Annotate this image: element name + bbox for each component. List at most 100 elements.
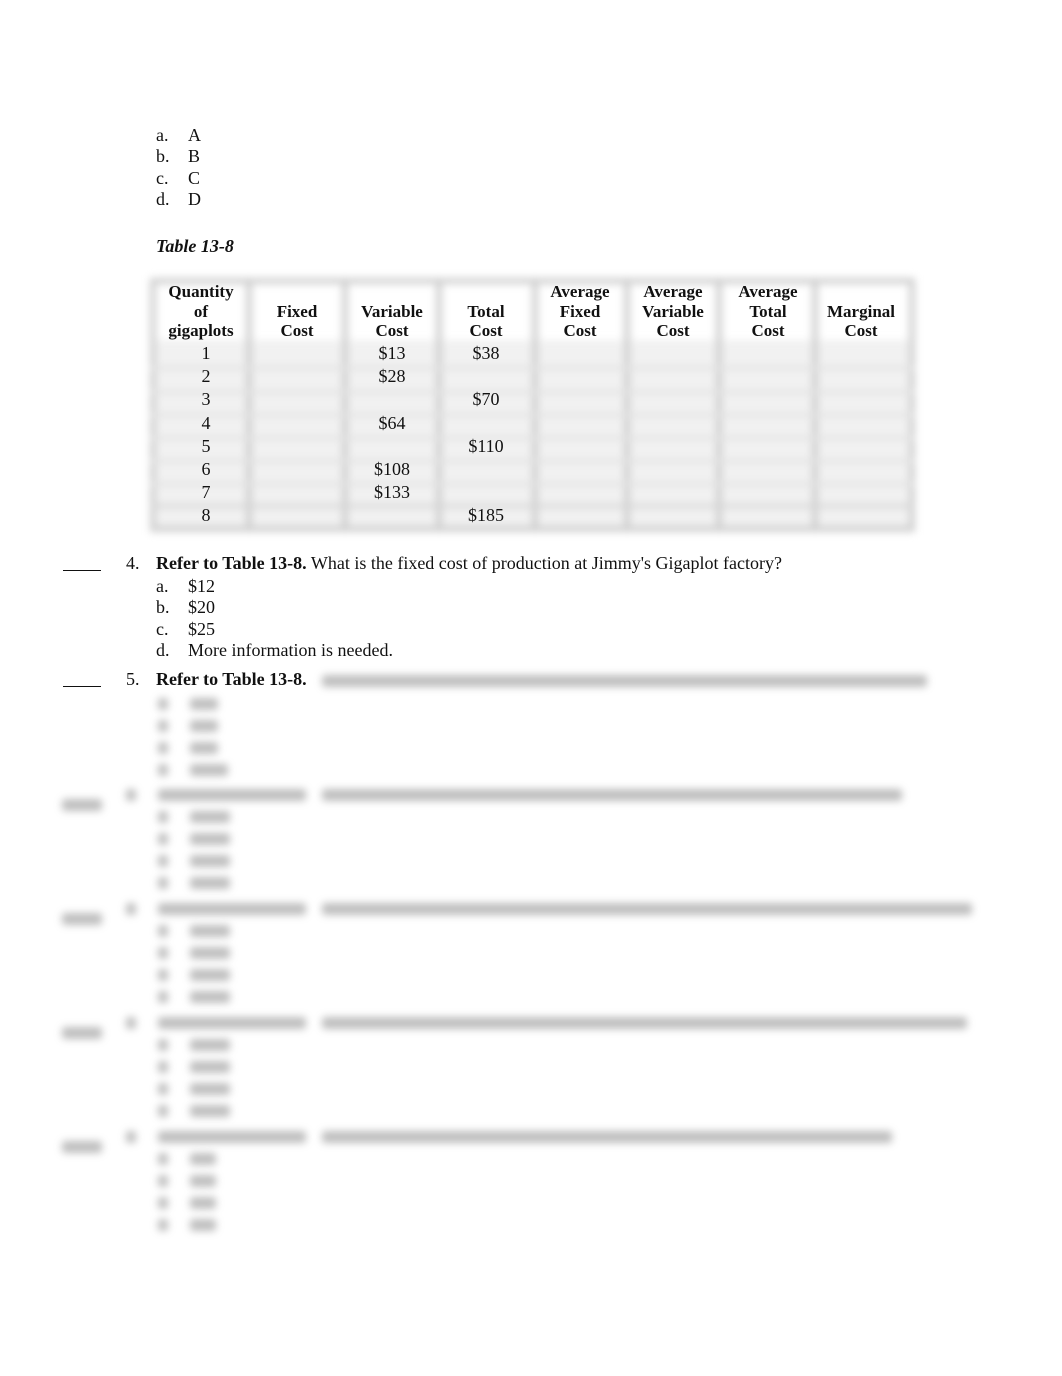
obscured-text: [158, 877, 168, 889]
answer-option: d. D: [156, 189, 201, 210]
obscured-text: [62, 1141, 102, 1153]
obscured-text: [158, 789, 306, 801]
obscured-text: [158, 1197, 168, 1209]
answer-option: c. $25: [156, 619, 215, 640]
option-text: $12: [188, 576, 215, 596]
obscured-text: [62, 1027, 102, 1039]
column-header: Average Total Cost: [738, 282, 798, 340]
answer-blank-q5[interactable]: [63, 686, 101, 687]
answer-option: a. $12: [156, 576, 215, 597]
obscured-text: [158, 720, 168, 732]
obscured-text: [190, 877, 230, 889]
table-cell: $108: [374, 459, 410, 479]
obscured-text: [126, 903, 136, 915]
option-letter: b.: [156, 597, 170, 618]
table-cell: 8: [201, 505, 211, 526]
obscured-text: [158, 991, 168, 1003]
option-text: D: [188, 188, 201, 209]
option-letter: c.: [156, 167, 169, 188]
table-cell: $110: [468, 435, 504, 456]
column-header: Variable Cost: [361, 301, 423, 341]
obscured-text: [158, 947, 168, 959]
column-header: Quantity of gigaplots: [168, 282, 234, 340]
column-header: Average Fixed Cost: [550, 282, 610, 340]
option-text: $20: [188, 597, 215, 618]
option-letter: d.: [156, 188, 170, 209]
obscured-text: [158, 742, 168, 754]
obscured-text: [190, 855, 230, 867]
obscured-text: [158, 764, 168, 776]
obscured-text: [190, 1153, 216, 1165]
option-letter: c.: [156, 618, 169, 639]
obscured-text: [322, 789, 902, 801]
obscured-text: [190, 1175, 216, 1187]
obscured-text: [322, 1017, 967, 1029]
obscured-text: [158, 1105, 168, 1117]
obscured-text: [126, 1131, 136, 1143]
column-header: Total Cost: [467, 301, 505, 341]
obscured-text: [190, 1219, 216, 1231]
obscured-text: [322, 903, 972, 915]
obscured-text: [158, 1175, 168, 1187]
obscured-text: [190, 698, 218, 710]
obscured-text: [190, 925, 230, 937]
obscured-text: [158, 855, 168, 867]
table-cell: 3: [201, 389, 211, 410]
option-text: B: [188, 146, 201, 167]
table-cell: 7: [201, 482, 211, 503]
column-header: Average Variable Cost: [642, 282, 704, 340]
table-cell: 1: [201, 343, 211, 363]
question-lead: Refer to Table 13-8.: [156, 669, 307, 689]
table-cell: $70: [472, 389, 500, 410]
column-header: Marginal Cost: [827, 301, 895, 341]
question-4-text: Refer to Table 13-8. What is the fixed c…: [156, 553, 782, 574]
obscured-text: [190, 811, 230, 823]
table-cell: $185: [468, 505, 504, 526]
option-letter: d.: [156, 639, 170, 660]
obscured-text: [158, 1131, 306, 1143]
table-cell: $13: [378, 343, 406, 363]
obscured-text: [322, 675, 927, 687]
answer-blank-q4[interactable]: [63, 570, 101, 571]
question-body: What is the fixed cost of production at …: [310, 553, 782, 573]
obscured-text: [322, 1131, 892, 1143]
obscured-text: [126, 1017, 136, 1029]
answer-option: b. B: [156, 146, 200, 167]
obscured-text: [158, 903, 306, 915]
obscured-text: [158, 1061, 168, 1073]
obscured-text: [190, 764, 228, 776]
table-cell: 6: [201, 459, 211, 479]
option-text: More information is needed.: [188, 639, 393, 660]
obscured-text: [158, 925, 168, 937]
table-cell: 2: [201, 366, 211, 387]
obscured-text: [158, 698, 168, 710]
obscured-text: [158, 1153, 168, 1165]
table-cell: $133: [374, 482, 410, 503]
obscured-text: [190, 1039, 230, 1051]
table-cell: 4: [201, 412, 211, 433]
obscured-text: [158, 969, 168, 981]
option-letter: b.: [156, 146, 170, 167]
answer-option: a. A: [156, 125, 201, 146]
column-header: Fixed Cost: [276, 301, 318, 341]
table-cell: 5: [201, 435, 211, 456]
obscured-text: [158, 833, 168, 845]
obscured-text: [190, 1061, 230, 1073]
answer-option: b. $20: [156, 597, 215, 618]
table-cell: $64: [378, 412, 406, 433]
option-text: $25: [188, 618, 215, 639]
obscured-text: [158, 1219, 168, 1231]
obscured-text: [190, 991, 230, 1003]
cost-table: Quantity of gigaplots Fixed Cost Variable Co…: [150, 278, 915, 532]
answer-option: d. More information is needed.: [156, 640, 393, 661]
obscured-text: [190, 833, 230, 845]
question-number: 5.: [126, 669, 140, 689]
option-text: C: [188, 167, 201, 188]
option-letter: a.: [156, 125, 169, 145]
obscured-text: [158, 811, 168, 823]
obscured-text: [190, 742, 218, 754]
table-cell: $28: [378, 366, 406, 387]
obscured-text: [158, 1039, 168, 1051]
obscured-text: [126, 789, 136, 801]
option-letter: a.: [156, 576, 169, 596]
